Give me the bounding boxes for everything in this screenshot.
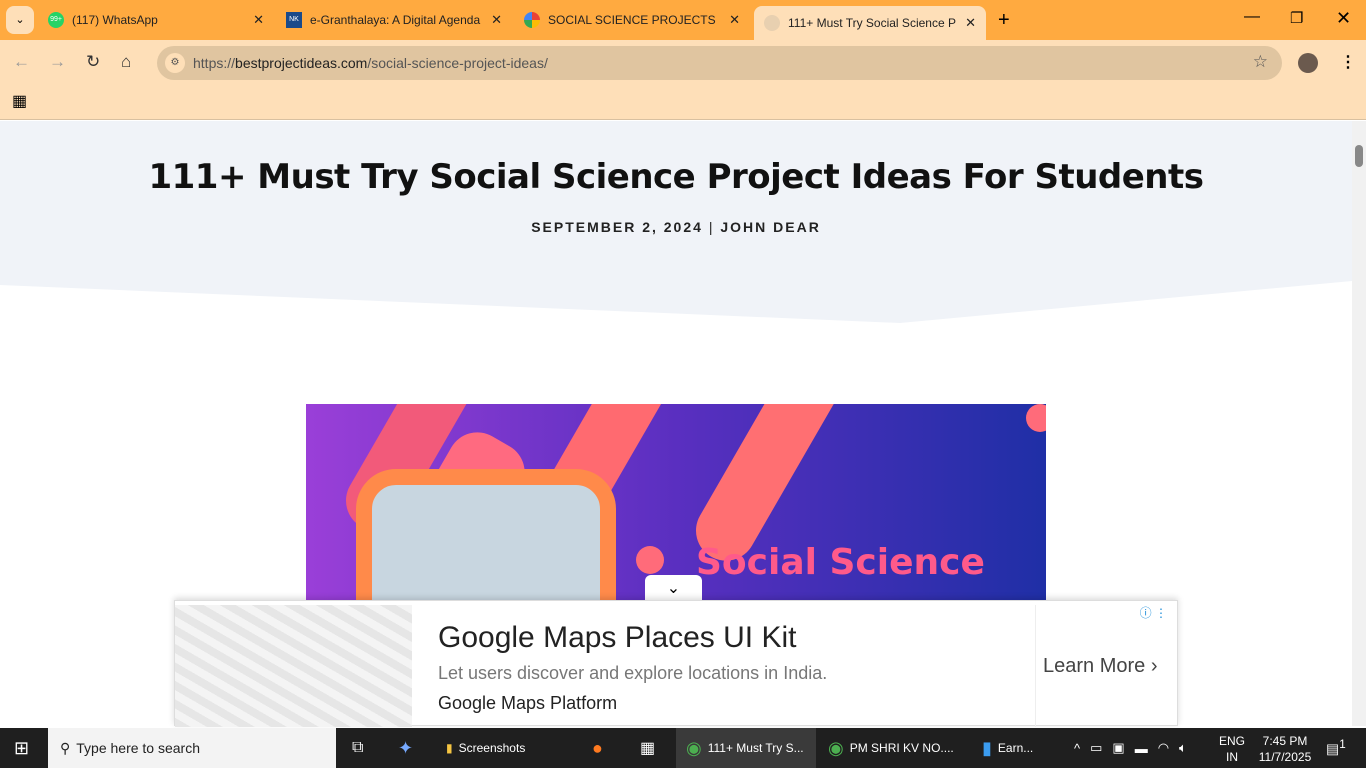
apps-icon[interactable]: ▦ xyxy=(12,91,27,111)
time: 7:45 PM xyxy=(1262,734,1308,748)
tab-title: e-Granthalaya: A Digital Agenda xyxy=(310,13,481,27)
close-tab-icon[interactable]: ✕ xyxy=(729,12,740,28)
page-title: 111+ Must Try Social Science Project Ide… xyxy=(148,157,1204,197)
close-tab-icon[interactable]: ✕ xyxy=(491,12,502,28)
copilot-icon[interactable]: ✦ xyxy=(398,728,413,768)
url-scheme: https:// xyxy=(193,55,236,71)
address-bar[interactable]: ⚙ https://bestprojectideas.com/social-sc… xyxy=(157,46,1282,80)
taskbar-screenshots[interactable]: ▮ Screenshots xyxy=(446,728,525,768)
close-tab-icon[interactable]: ✕ xyxy=(253,12,264,28)
ad-map-image xyxy=(175,605,412,727)
site-icon xyxy=(764,15,780,31)
tab-social-science-projects[interactable]: SOCIAL SCIENCE PROJECTS WEB ✕ xyxy=(524,8,740,32)
close-tab-icon[interactable]: ✕ xyxy=(965,15,976,31)
tab-title: SOCIAL SCIENCE PROJECTS WEB xyxy=(548,13,716,27)
search-icon: ⚲ xyxy=(60,739,71,756)
chrome-icon: ◉ xyxy=(686,737,702,758)
clock[interactable]: 7:45 PM 11/7/2025 xyxy=(1254,733,1316,765)
cta-label: Learn More xyxy=(1043,655,1146,677)
url-host: bestprojectideas.com xyxy=(235,55,368,71)
ad-advertiser: Google Maps Platform xyxy=(438,693,618,713)
tab-strip: ⌄ 99+ (117) WhatsApp ✕ NK e-Granthalaya: A … xyxy=(0,0,1366,40)
ad-collapse-button[interactable]: ⌄ xyxy=(645,575,702,602)
taskbar: ⊞ ⚲ Type here to search ⧉ ✦ ▮ Screenshots … xyxy=(0,728,1366,768)
profile-avatar[interactable] xyxy=(1298,53,1318,73)
nk-icon: NK xyxy=(286,12,302,28)
new-tab-button[interactable]: + xyxy=(998,9,1010,32)
taskbar-chrome-1[interactable]: ◉ 111+ Must Try S... xyxy=(676,728,816,768)
ad-description: Let users discover and explore locations… xyxy=(438,663,828,683)
language-indicator[interactable]: ENG IN xyxy=(1219,733,1245,765)
restore-button[interactable]: ❐ xyxy=(1290,9,1303,27)
notification-count: 1 xyxy=(1339,738,1346,751)
bookmark-star-icon[interactable]: ☆ xyxy=(1253,52,1268,72)
menu-icon[interactable]: ⋮ xyxy=(1340,52,1356,72)
region: IN xyxy=(1226,750,1238,764)
taskbar-search[interactable]: ⚲ Type here to search xyxy=(48,728,336,768)
firefox-icon[interactable]: ● xyxy=(592,728,603,768)
forward-icon[interactable]: → xyxy=(49,52,66,72)
home-icon[interactable]: ⌂ xyxy=(121,52,131,72)
task-view-icon[interactable]: ⧉ xyxy=(352,728,363,768)
learn-more-button[interactable]: Learn More › xyxy=(1043,655,1158,678)
search-placeholder: Type here to search xyxy=(76,740,201,756)
chrome-icon: ◉ xyxy=(828,737,844,758)
whatsapp-icon: 99+ xyxy=(48,12,64,28)
taskbar-doc[interactable]: ▮ Earn... xyxy=(982,728,1033,768)
app-label: Screenshots xyxy=(458,741,526,755)
app-label: PM SHRI KV NO.... xyxy=(849,741,954,755)
close-window-button[interactable]: ✕ xyxy=(1336,8,1351,29)
reload-icon[interactable]: ↻ xyxy=(86,52,100,72)
google-icon xyxy=(524,12,540,28)
tab-title: (117) WhatsApp xyxy=(72,13,158,27)
post-meta: SEPTEMBER 2, 2024 | JOHN DEAR xyxy=(531,219,821,235)
tab-current[interactable]: 111+ Must Try Social Science Pr ✕ xyxy=(754,6,986,40)
ad-title[interactable]: Google Maps Places UI Kit xyxy=(438,621,797,655)
app-label: Earn... xyxy=(997,741,1034,755)
tab-title: 111+ Must Try Social Science Pr xyxy=(788,16,956,30)
system-tray[interactable]: ^ ▭ ▣ ▬ ◠ 🔈︎ xyxy=(1074,728,1187,768)
scrollbar-thumb[interactable] xyxy=(1355,145,1363,167)
tab-search-button[interactable]: ⌄ xyxy=(6,6,34,34)
taskbar-chrome-2[interactable]: ◉ PM SHRI KV NO.... xyxy=(828,728,954,768)
url-path: /social-science-project-ideas/ xyxy=(367,55,548,71)
date: 11/7/2025 xyxy=(1258,750,1312,764)
ad-info-icon[interactable]: ⓘ ⋮ xyxy=(1140,604,1167,621)
document-icon: ▮ xyxy=(982,737,992,758)
site-info-icon[interactable]: ⚙ xyxy=(165,53,185,73)
minimize-button[interactable]: — xyxy=(1244,8,1260,26)
app-label: 111+ Must Try S... xyxy=(707,741,804,755)
tab-whatsapp[interactable]: 99+ (117) WhatsApp ✕ xyxy=(48,8,264,32)
notification-button[interactable]: ▤1 xyxy=(1326,738,1346,758)
scrollbar[interactable] xyxy=(1352,121,1366,726)
calendar-app-icon[interactable]: ▦ xyxy=(640,728,655,768)
post-author[interactable]: JOHN DEAR xyxy=(720,219,820,235)
lang: ENG xyxy=(1219,734,1246,748)
image-caption: Social Science xyxy=(696,542,985,583)
tab-egranthalaya[interactable]: NK e-Granthalaya: A Digital Agenda ✕ xyxy=(286,8,502,32)
post-date: SEPTEMBER 2, 2024 xyxy=(531,219,703,235)
start-button[interactable]: ⊞ xyxy=(14,728,29,768)
back-icon[interactable]: ← xyxy=(13,52,30,72)
browser-toolbar: ← → ↻ ⌂ ⚙ https://bestprojectideas.com/s… xyxy=(0,40,1366,120)
ad-banner[interactable]: Google Maps Places UI Kit Let users disc… xyxy=(174,600,1178,727)
